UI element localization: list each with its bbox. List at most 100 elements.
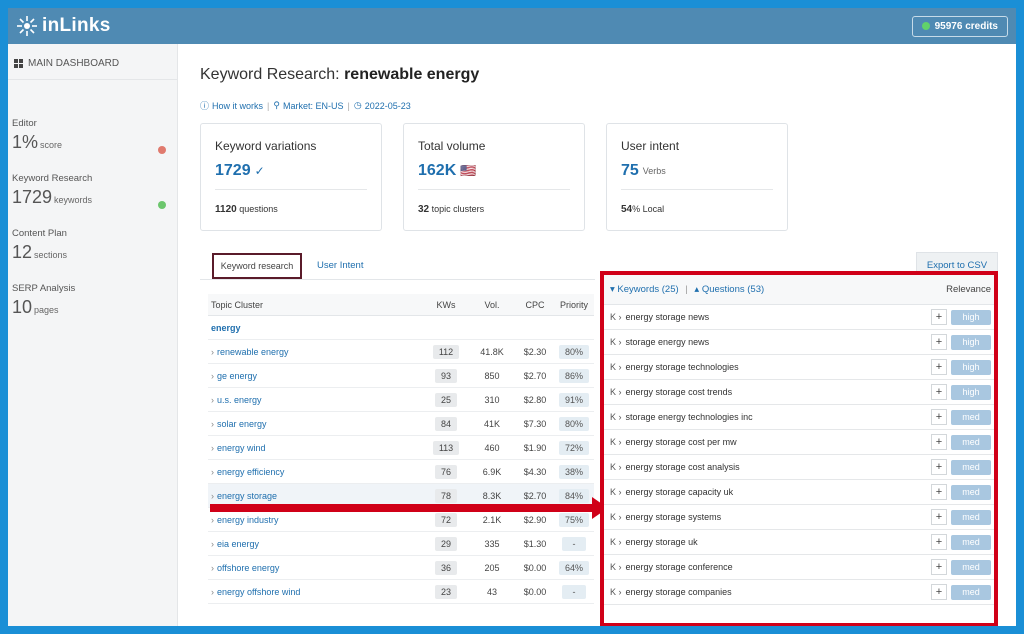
keyword-row[interactable]: K › energy storage news + high — [604, 305, 994, 330]
serp-analysis-value: 10 — [12, 297, 33, 317]
header-kws[interactable]: KWs — [424, 300, 468, 310]
header-topic-cluster[interactable]: Topic Cluster — [208, 300, 424, 310]
add-keyword-button[interactable]: + — [931, 409, 947, 425]
topic-cluster-name: renewable energy — [217, 346, 289, 357]
table-body: › renewable energy 112 41.8K $2.30 80% › ge ene… — [208, 340, 594, 604]
table-row[interactable]: › offshore energy 36 205 $0.00 64% — [208, 556, 594, 580]
topic-cluster-link[interactable]: › ge energy — [208, 371, 424, 381]
keywords-toggle[interactable]: Keywords (25) — [617, 284, 678, 295]
date-label: 2022-05-23 — [364, 100, 411, 111]
sidebar-item-keyword-research[interactable]: Keyword Research 1729 keywords — [8, 173, 178, 209]
sidebar-main-dashboard[interactable]: MAIN DASHBOARD — [8, 44, 177, 80]
add-keyword-button[interactable]: + — [931, 584, 947, 600]
credits-badge[interactable]: 95976 credits — [911, 15, 1008, 37]
how-it-works-link[interactable]: How it works — [212, 101, 263, 111]
table-row[interactable]: › ge energy 93 850 $2.70 86% — [208, 364, 594, 388]
keyword-row[interactable]: K › energy storage cost analysis + med — [604, 455, 994, 480]
add-keyword-button[interactable]: + — [931, 334, 947, 350]
dashboard-grid-icon — [14, 59, 23, 68]
table-row[interactable]: › renewable energy 112 41.8K $2.30 80% — [208, 340, 594, 364]
sidebar-item-serp-analysis[interactable]: SERP Analysis 10 pages — [8, 283, 178, 318]
table-row[interactable]: › energy efficiency 76 6.9K $4.30 38% — [208, 460, 594, 484]
keyword-row[interactable]: K › energy storage conference + med — [604, 555, 994, 580]
topic-cluster-name: energy wind — [217, 442, 266, 453]
topic-cluster-link[interactable]: › offshore energy — [208, 563, 424, 573]
add-keyword-button[interactable]: + — [931, 534, 947, 550]
keyword-row[interactable]: K › energy storage cost trends + high — [604, 380, 994, 405]
meta-separator: | — [347, 100, 350, 111]
topic-cluster-link[interactable]: › energy offshore wind — [208, 587, 424, 597]
clock-icon: ◷ — [353, 100, 362, 110]
topic-cluster-link[interactable]: › eia energy — [208, 539, 424, 549]
chevron-right-icon: › — [618, 312, 622, 322]
table-header: Topic Cluster KWs Vol. CPC Priority — [208, 294, 594, 316]
card-value-unit: Verbs — [642, 166, 666, 176]
tab-user-intent[interactable]: User Intent — [317, 260, 363, 271]
keyword-research-unit: keywords — [54, 195, 93, 205]
topic-cluster-link[interactable]: › u.s. energy — [208, 395, 424, 405]
relevance-badge: high — [951, 359, 991, 375]
add-keyword-button[interactable]: + — [931, 484, 947, 500]
card-value: 75 Verbs — [621, 162, 666, 180]
add-keyword-button[interactable]: + — [931, 459, 947, 475]
table-row[interactable]: › energy wind 113 460 $1.90 72% — [208, 436, 594, 460]
info-icon: ⓘ — [200, 101, 210, 111]
add-keyword-button[interactable]: + — [931, 384, 947, 400]
header-vol[interactable]: Vol. — [468, 300, 516, 310]
add-keyword-button[interactable]: + — [931, 559, 947, 575]
vol-cell: 41.8K — [480, 346, 504, 357]
vol-cell: 335 — [484, 538, 500, 549]
add-keyword-button[interactable]: + — [931, 434, 947, 450]
keyword-row[interactable]: K › energy storage technologies + high — [604, 355, 994, 380]
keyword-row[interactable]: K › energy storage capacity uk + med — [604, 480, 994, 505]
market-label[interactable]: Market: EN-US — [283, 101, 344, 111]
kws-cell: 76 — [424, 464, 468, 479]
chevron-right-icon: › — [618, 487, 622, 497]
keyword-row[interactable]: K › storage energy news + high — [604, 330, 994, 355]
chevron-right-icon: › — [211, 370, 214, 381]
kws-cell: 112 — [424, 344, 468, 359]
vol-cell: 41K — [483, 418, 500, 429]
logo-icon — [17, 16, 37, 36]
table-row[interactable]: › u.s. energy 25 310 $2.80 91% — [208, 388, 594, 412]
group-label[interactable]: energy — [208, 323, 424, 333]
keyword-text: energy storage capacity uk — [625, 487, 734, 497]
top-bar: inLinks 95976 credits — [8, 8, 1016, 44]
table-row[interactable]: › eia energy 29 335 $1.30 - — [208, 532, 594, 556]
topic-cluster-link[interactable]: › renewable energy — [208, 347, 424, 357]
k-label: K — [610, 587, 617, 597]
card-footer-label: topic clusters — [431, 204, 485, 214]
keyword-row[interactable]: K › energy storage cost per mw + med — [604, 430, 994, 455]
keyword-text: storage energy news — [625, 337, 710, 347]
keyword-row[interactable]: K › storage energy technologies inc + med — [604, 405, 994, 430]
tab-keyword-research[interactable]: Keyword research — [212, 253, 302, 279]
add-keyword-button[interactable]: + — [931, 509, 947, 525]
k-label: K — [610, 412, 617, 422]
sidebar-item-content-plan[interactable]: Content Plan 12 sections — [8, 228, 178, 263]
page-meta: ⓘ How it works | ⚲ Market: EN-US | ◷ 202… — [200, 99, 411, 112]
keyword-row[interactable]: K › energy storage companies + med — [604, 580, 994, 605]
add-keyword-button[interactable]: + — [931, 309, 947, 325]
add-keyword-button[interactable]: + — [931, 359, 947, 375]
kws-cell: 29 — [424, 536, 468, 551]
sidebar-item-editor[interactable]: Editor 1% score — [8, 118, 178, 154]
keyword-type-marker: K › — [610, 462, 622, 472]
chevron-right-icon: › — [618, 462, 622, 472]
topic-cluster-link[interactable]: › energy efficiency — [208, 467, 424, 477]
topic-cluster-link[interactable]: › energy wind — [208, 443, 424, 453]
inlinks-logo[interactable]: inLinks — [16, 15, 111, 37]
header-cpc[interactable]: CPC — [516, 300, 554, 310]
card-divider — [215, 189, 367, 190]
card-title: Keyword variations — [215, 139, 317, 153]
chevron-right-icon: › — [211, 586, 214, 597]
header-priority[interactable]: Priority — [554, 300, 594, 310]
table-row[interactable]: › energy offshore wind 23 43 $0.00 - — [208, 580, 594, 604]
keywords-panel: ▾ Keywords (25) | ▴ Questions (53) Relev… — [600, 271, 998, 626]
questions-toggle[interactable]: Questions (53) — [702, 284, 764, 295]
sidebar-item-label: Editor — [12, 118, 37, 129]
table-row[interactable]: › solar energy 84 41K $7.30 80% — [208, 412, 594, 436]
keyword-row[interactable]: K › energy storage systems + med — [604, 505, 994, 530]
topic-cluster-link[interactable]: › solar energy — [208, 419, 424, 429]
k-label: K — [610, 337, 617, 347]
keyword-row[interactable]: K › energy storage uk + med — [604, 530, 994, 555]
